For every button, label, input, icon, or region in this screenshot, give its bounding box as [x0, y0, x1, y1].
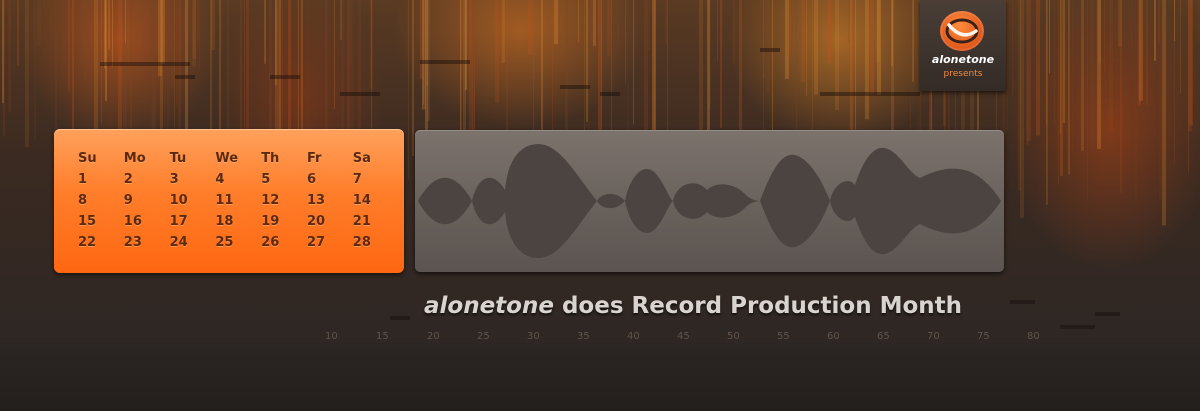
calendar-day[interactable]: 16 [124, 214, 170, 235]
calendar-day[interactable]: 7 [353, 172, 399, 193]
calendar-day[interactable]: 17 [170, 214, 216, 235]
ruler-tick: 55 [777, 331, 790, 342]
waveform-graphic [418, 144, 1001, 258]
calendar-day[interactable]: 2 [124, 172, 170, 193]
ruler-tick: 75 [977, 331, 990, 342]
calendar-day[interactable]: 15 [78, 214, 124, 235]
calendar-day[interactable]: 14 [353, 193, 399, 214]
calendar-day[interactable]: 3 [170, 172, 216, 193]
headline-text: does Record Production Month [553, 293, 963, 319]
weekday-header: Fr [306, 151, 322, 166]
headline-brand: alonetone [424, 293, 554, 319]
calendar-day[interactable]: 24 [170, 235, 216, 256]
calendar-day[interactable]: 22 [78, 235, 124, 256]
ruler-tick: 45 [677, 331, 690, 342]
ruler-tick: 15 [376, 331, 389, 342]
calendar-day[interactable]: 13 [307, 193, 353, 214]
calendar-day[interactable]: 19 [261, 214, 307, 235]
calendar-day[interactable]: 18 [215, 214, 261, 235]
page-headline: alonetone does Record Production Month [424, 293, 962, 319]
ruler-tick: 40 [627, 331, 640, 342]
calendar-day[interactable]: 1 [78, 172, 124, 193]
calendar-day[interactable]: 10 [170, 193, 216, 214]
ruler-tick: 50 [727, 331, 740, 342]
weekday-header: Su [78, 151, 97, 166]
ruler-tick: 30 [527, 331, 540, 342]
ruler-tick: 35 [577, 331, 590, 342]
weekday-header: Tu [169, 151, 187, 166]
ruler-tick: 70 [927, 331, 940, 342]
month-calendar: Su Mo Tu We Th Fr Sa 1 2 3 4 5 6 7 8 9 10 11 12 13 14 15 16 17 1… [54, 129, 404, 273]
calendar-day[interactable]: 6 [307, 172, 353, 193]
calendar-day[interactable]: 27 [307, 235, 353, 256]
calendar-day[interactable]: 8 [78, 193, 124, 214]
badge-presents-label: presents [943, 69, 983, 79]
ruler-tick: 20 [427, 331, 440, 342]
weekday-header: Th [261, 151, 280, 166]
calendar-day[interactable]: 23 [124, 235, 170, 256]
calendar-day[interactable]: 5 [261, 172, 307, 193]
calendar-day[interactable]: 28 [353, 235, 399, 256]
ruler-tick: 60 [827, 331, 840, 342]
calendar-day[interactable]: 20 [307, 214, 353, 235]
weekday-header: We [215, 151, 239, 166]
alonetone-logo-icon [940, 11, 984, 51]
ruler-tick: 65 [877, 331, 890, 342]
calendar-grid: Su Mo Tu We Th Fr Sa 1 2 3 4 5 6 7 8 9 10 11 12 13 14 15 16 17 1… [78, 151, 399, 256]
alonetone-presents-badge[interactable]: alonetone presents [920, 0, 1006, 91]
ruler-tick: 80 [1027, 331, 1040, 342]
calendar-day[interactable]: 11 [215, 193, 261, 214]
calendar-day[interactable]: 21 [353, 214, 399, 235]
calendar-day[interactable]: 4 [215, 172, 261, 193]
weekday-header: Mo [123, 151, 146, 166]
footer-strip [0, 343, 1200, 411]
weekday-header: Sa [352, 151, 371, 166]
ruler-tick: 10 [325, 331, 338, 342]
calendar-day[interactable]: 26 [261, 235, 307, 256]
badge-brand-name: alonetone [931, 53, 995, 66]
ruler-tick: 25 [477, 331, 490, 342]
calendar-day[interactable]: 25 [215, 235, 261, 256]
calendar-day[interactable]: 12 [261, 193, 307, 214]
waveform-panel[interactable] [415, 130, 1004, 272]
calendar-day[interactable]: 9 [124, 193, 170, 214]
